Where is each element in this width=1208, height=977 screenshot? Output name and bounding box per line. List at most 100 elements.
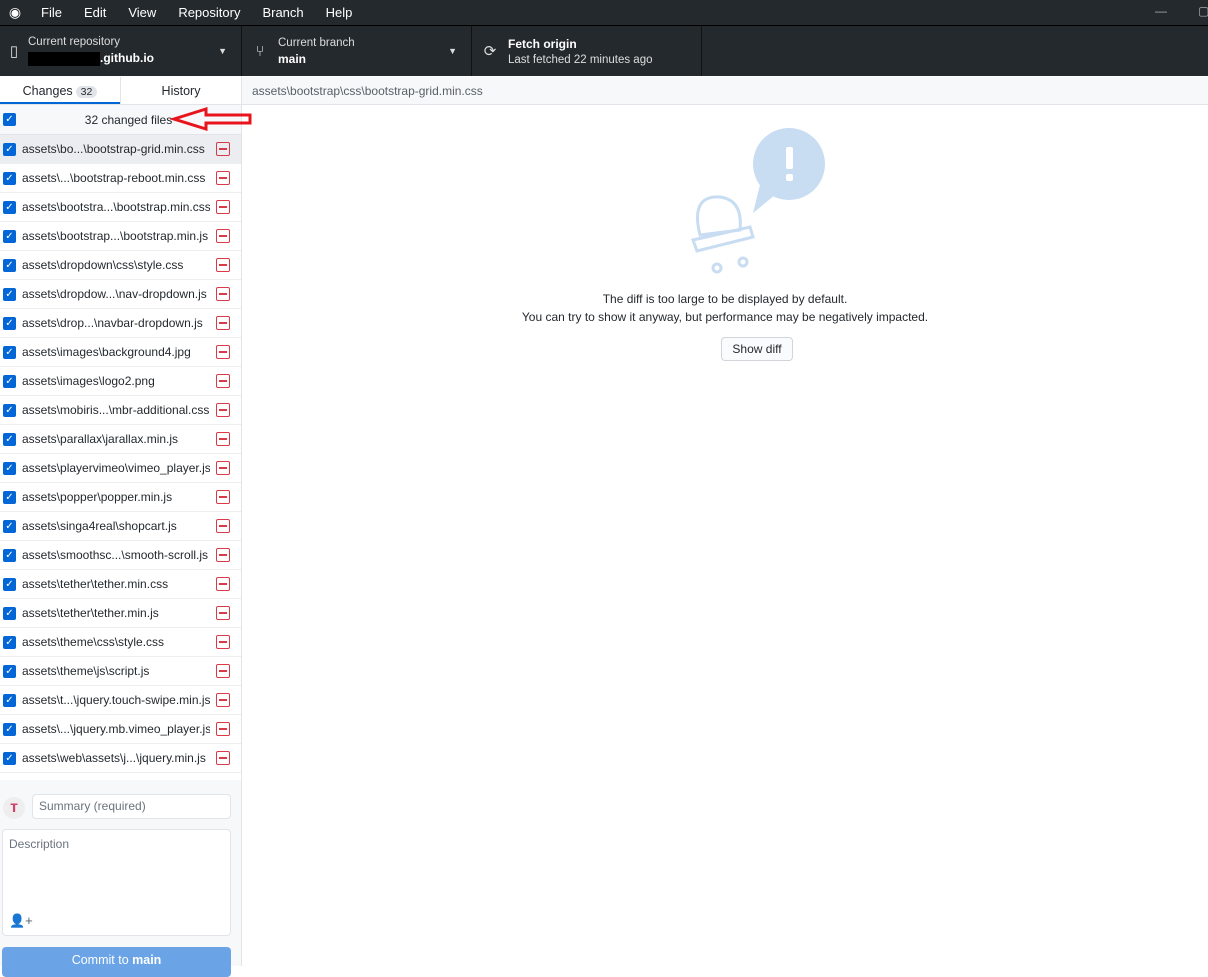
file-checkbox[interactable]: ✓	[3, 258, 16, 272]
summary-input[interactable]: Summary (required)	[32, 794, 231, 819]
tab-changes-label: Changes	[22, 84, 73, 98]
file-list-item[interactable]: ✓ assets\theme\css\style.css	[0, 628, 241, 657]
file-list-item[interactable]: ✓ assets\singa4real\shopcart.js	[0, 512, 241, 541]
file-checkbox[interactable]: ✓	[3, 316, 16, 330]
file-checkbox[interactable]: ✓	[3, 693, 16, 707]
commit-button[interactable]: Commit to main	[2, 947, 231, 977]
maximize-icon[interactable]: ▢	[1198, 4, 1208, 18]
select-all-checkbox[interactable]: ✓	[3, 113, 16, 126]
file-checkbox[interactable]: ✓	[3, 577, 16, 591]
deleted-file-icon	[216, 751, 230, 765]
file-checkbox[interactable]: ✓	[3, 374, 16, 388]
file-path: assets\theme\js\script.js	[22, 664, 150, 678]
file-path: assets\bo...\bootstrap-grid.min.css	[22, 142, 205, 156]
commit-button-prefix: Commit to	[71, 953, 133, 967]
file-checkbox[interactable]: ✓	[3, 171, 16, 185]
menu-help[interactable]: Help	[315, 5, 364, 20]
file-path: assets\...\bootstrap-reboot.min.css	[22, 171, 206, 185]
menu-repository[interactable]: Repository	[167, 5, 251, 20]
file-path: assets\drop...\navbar-dropdown.js	[22, 316, 203, 330]
file-checkbox[interactable]: ✓	[3, 519, 16, 533]
file-checkbox[interactable]: ✓	[3, 490, 16, 504]
file-list-item[interactable]: ✓ assets\parallax\jarallax.min.js	[0, 425, 241, 454]
file-list-item[interactable]: ✓ assets\bo...\bootstrap-grid.min.css	[0, 135, 241, 164]
file-list-item[interactable]: ✓ assets\dropdow...\nav-dropdown.js	[0, 280, 241, 309]
file-list-item[interactable]: ✓ assets\mobiris...\mbr-additional.css	[0, 396, 241, 425]
file-path: assets\singa4real\shopcart.js	[22, 519, 177, 533]
file-checkbox[interactable]: ✓	[3, 345, 16, 359]
file-path: assets\dropdown\css\style.css	[22, 258, 184, 272]
file-checkbox[interactable]: ✓	[3, 229, 16, 243]
menu-file[interactable]: File	[30, 5, 73, 20]
deleted-file-icon	[216, 432, 230, 446]
file-list-item[interactable]: ✓	[0, 773, 241, 780]
file-list-item[interactable]: ✓ assets\drop...\navbar-dropdown.js	[0, 309, 241, 338]
file-list-item[interactable]: ✓ assets\images\background4.jpg	[0, 338, 241, 367]
file-list-item[interactable]: ✓ assets\...\jquery.mb.vimeo_player.js	[0, 715, 241, 744]
toolbar: ▯ Current repository .github.io ▼ ⑂ Curr…	[0, 25, 1208, 76]
file-checkbox[interactable]: ✓	[3, 606, 16, 620]
file-list-item[interactable]: ✓ assets\theme\js\script.js	[0, 657, 241, 686]
branch-icon: ⑂	[255, 42, 265, 60]
file-list-item[interactable]: ✓ assets\tether\tether.min.css	[0, 570, 241, 599]
file-path: assets\mobiris...\mbr-additional.css	[22, 403, 210, 417]
file-list-item[interactable]: ✓ assets\bootstra...\bootstrap.min.css	[0, 193, 241, 222]
file-checkbox[interactable]: ✓	[3, 200, 16, 214]
file-list-item[interactable]: ✓ assets\bootstrap...\bootstrap.min.js	[0, 222, 241, 251]
file-path: assets\tether\tether.min.js	[22, 606, 159, 620]
file-checkbox[interactable]: ✓	[3, 432, 16, 446]
file-path: assets\images\logo2.png	[22, 374, 155, 388]
chevron-down-icon: ▼	[448, 46, 457, 56]
branch-label: Current branch	[278, 36, 355, 49]
file-checkbox[interactable]: ✓	[3, 751, 16, 765]
deleted-file-icon	[216, 606, 230, 620]
file-checkbox[interactable]: ✓	[3, 664, 16, 678]
diff-too-large-illustration	[691, 128, 825, 274]
file-list-item[interactable]: ✓ assets\dropdown\css\style.css	[0, 251, 241, 280]
file-checkbox[interactable]: ✓	[3, 548, 16, 562]
tab-changes[interactable]: Changes 32	[0, 77, 120, 104]
menu-branch[interactable]: Branch	[251, 5, 314, 20]
red-arrow-annotation	[170, 106, 252, 132]
file-list-item[interactable]: ✓ assets\playervimeo\vimeo_player.js	[0, 454, 241, 483]
deleted-file-icon	[216, 229, 230, 243]
file-list-item[interactable]: ✓ assets\web\assets\j...\jquery.min.js	[0, 744, 241, 773]
sidebar-tabs: Changes 32 History	[0, 77, 242, 105]
deleted-file-icon	[216, 577, 230, 591]
file-path: assets\smoothsc...\smooth-scroll.js	[22, 548, 209, 562]
deleted-file-icon	[216, 664, 230, 678]
file-list-item[interactable]: ✓ assets\popper\popper.min.js	[0, 483, 241, 512]
file-checkbox[interactable]: ✓	[3, 461, 16, 475]
menu-edit[interactable]: Edit	[73, 5, 117, 20]
file-list-item[interactable]: ✓ assets\t...\jquery.touch-swipe.min.js	[0, 686, 241, 715]
diff-message-line1: The diff is too large to be displayed by…	[602, 292, 848, 306]
current-branch-button[interactable]: ⑂ Current branch main ▼	[242, 26, 472, 76]
file-checkbox[interactable]: ✓	[3, 635, 16, 649]
deleted-file-icon	[216, 722, 230, 736]
show-diff-button[interactable]: Show diff	[721, 337, 793, 361]
file-path: assets\playervimeo\vimeo_player.js	[22, 461, 210, 475]
deleted-file-icon	[216, 490, 230, 504]
file-list-item[interactable]: ✓ assets\smoothsc...\smooth-scroll.js	[0, 541, 241, 570]
file-list-item[interactable]: ✓ assets\tether\tether.min.js	[0, 599, 241, 628]
file-checkbox[interactable]: ✓	[3, 403, 16, 417]
branch-name: main	[278, 51, 307, 66]
file-list-item[interactable]: ✓ assets\...\bootstrap-reboot.min.css	[0, 164, 241, 193]
tab-history[interactable]: History	[120, 77, 241, 104]
file-list-item[interactable]: ✓ assets\images\logo2.png	[0, 367, 241, 396]
file-path: assets\popper\popper.min.js	[22, 490, 173, 504]
file-checkbox[interactable]: ✓	[3, 722, 16, 736]
deleted-file-icon	[216, 171, 230, 185]
menu-view[interactable]: View	[117, 5, 167, 20]
file-path: assets\dropdow...\nav-dropdown.js	[22, 287, 207, 301]
file-path: assets\...\jquery.mb.vimeo_player.js	[22, 722, 210, 736]
description-input[interactable]: Description 👤+	[2, 829, 231, 936]
last-fetched: Last fetched 22 minutes ago	[508, 53, 653, 66]
minimize-icon[interactable]: —	[1155, 4, 1167, 18]
add-coauthor-icon[interactable]: 👤+	[9, 913, 33, 929]
deleted-file-icon	[216, 548, 230, 562]
file-checkbox[interactable]: ✓	[3, 287, 16, 301]
current-repository-button[interactable]: ▯ Current repository .github.io ▼	[0, 26, 242, 76]
file-checkbox[interactable]: ✓	[3, 142, 16, 156]
fetch-origin-button[interactable]: ⟳ Fetch origin Last fetched 22 minutes a…	[472, 26, 702, 76]
